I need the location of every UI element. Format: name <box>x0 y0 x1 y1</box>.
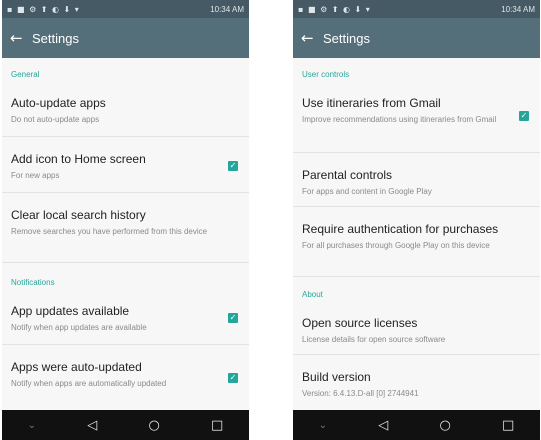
page-title: Settings <box>323 30 370 46</box>
nav-home-icon[interactable]: ○ <box>439 418 450 433</box>
pref-open-source[interactable]: Open source licenses License details for… <box>302 316 531 345</box>
pref-title: Open source licenses <box>302 316 418 330</box>
pref-title: Auto-update apps <box>11 96 106 110</box>
toolbar: ← Settings <box>293 18 540 58</box>
pref-title: Add icon to Home screen <box>11 152 146 166</box>
pref-subtitle: Notify when app updates are available <box>11 323 147 332</box>
divider <box>293 354 540 355</box>
add-icon-checkbox[interactable]: ✓ <box>228 161 238 171</box>
nav-down-icon[interactable]: ⌄ <box>319 420 327 431</box>
pref-title: Require authentication for purchases <box>302 222 499 236</box>
settings-list: General Auto-update apps Do not auto-upd… <box>2 58 249 410</box>
nav-back-icon[interactable]: ◁ <box>378 418 388 433</box>
pref-auto-updated[interactable]: Apps were auto-updated Notify when apps … <box>11 360 221 389</box>
toolbar: ← Settings <box>2 18 249 58</box>
nav-back-icon[interactable]: ◁ <box>87 418 97 433</box>
status-icons: ▪ ■ ⚙ ⬆ ◐ ⬇ ▾ <box>7 4 80 14</box>
nav-home-icon[interactable]: ○ <box>148 418 159 433</box>
itineraries-checkbox[interactable]: ✓ <box>519 111 529 121</box>
status-bar: ▪ ■ ⚙ ⬆ ◐ ⬇ ▾ 10:34 AM <box>2 0 249 18</box>
pref-title: App updates available <box>11 304 130 318</box>
pref-require-auth[interactable]: Require authentication for purchases For… <box>302 222 531 251</box>
nav-recents-icon[interactable]: □ <box>211 418 223 433</box>
nav-recents-icon[interactable]: □ <box>502 418 514 433</box>
pref-parental-controls[interactable]: Parental controls For apps and content i… <box>302 168 531 197</box>
pref-title: Apps were auto-updated <box>11 360 142 374</box>
pref-clear-history[interactable]: Clear local search history Remove search… <box>11 208 240 237</box>
divider <box>2 262 249 263</box>
section-header-notifications: Notifications <box>11 278 55 287</box>
divider <box>2 136 249 137</box>
back-arrow-icon[interactable]: ← <box>10 29 32 47</box>
section-header-about: About <box>302 290 323 299</box>
status-time: 10:34 AM <box>210 4 244 14</box>
section-header-general: General <box>11 70 40 79</box>
pref-title: Use itineraries from Gmail <box>302 96 441 110</box>
pref-title: Build version <box>302 370 371 384</box>
page-title: Settings <box>32 30 79 46</box>
status-icons: ▪ ■ ⚙ ⬆ ◐ ⬇ ▾ <box>298 4 371 14</box>
auto-updated-checkbox[interactable]: ✓ <box>228 373 238 383</box>
nav-bar: ⌄ ◁ ○ □ <box>293 410 540 440</box>
back-arrow-icon[interactable]: ← <box>301 29 323 47</box>
pref-title: Clear local search history <box>11 208 146 222</box>
pref-subtitle: Remove searches you have performed from … <box>11 227 208 236</box>
pref-subtitle: Notify when apps are automatically updat… <box>11 379 167 388</box>
divider <box>293 152 540 153</box>
status-time: 10:34 AM <box>501 4 535 14</box>
pref-subtitle: License details for open source software <box>302 335 446 344</box>
status-bar: ▪ ■ ⚙ ⬆ ◐ ⬇ ▾ 10:34 AM <box>293 0 540 18</box>
pref-title: Parental controls <box>302 168 393 182</box>
divider <box>293 206 540 207</box>
pref-auto-update[interactable]: Auto-update apps Do not auto-update apps <box>11 96 240 125</box>
pref-subtitle: For all purchases through Google Play on… <box>302 241 490 250</box>
divider <box>293 276 540 277</box>
section-header-user-controls: User controls <box>302 70 350 79</box>
pref-itineraries[interactable]: Use itineraries from Gmail Improve recom… <box>302 96 512 125</box>
pref-subtitle: Improve recommendations using itinerarie… <box>302 115 497 124</box>
pref-subtitle: Version: 6.4.13.D-all [0] 2744941 <box>302 389 419 398</box>
app-updates-checkbox[interactable]: ✓ <box>228 313 238 323</box>
divider <box>2 192 249 193</box>
pref-subtitle: Do not auto-update apps <box>11 115 100 124</box>
pref-subtitle: For apps and content in Google Play <box>302 187 432 196</box>
nav-down-icon[interactable]: ⌄ <box>28 420 36 431</box>
pref-app-updates[interactable]: App updates available Notify when app up… <box>11 304 221 333</box>
settings-list: User controls Use itineraries from Gmail… <box>293 58 540 410</box>
settings-screen-left: ▪ ■ ⚙ ⬆ ◐ ⬇ ▾ 10:34 AM ← Settings Genera… <box>2 0 249 440</box>
nav-bar: ⌄ ◁ ○ □ <box>2 410 249 440</box>
pref-add-icon[interactable]: Add icon to Home screen For new apps <box>11 152 221 181</box>
divider <box>2 344 249 345</box>
pref-subtitle: For new apps <box>11 171 60 180</box>
pref-build-version[interactable]: Build version Version: 6.4.13.D-all [0] … <box>302 370 531 399</box>
settings-screen-right: ▪ ■ ⚙ ⬆ ◐ ⬇ ▾ 10:34 AM ← Settings User c… <box>293 0 540 440</box>
